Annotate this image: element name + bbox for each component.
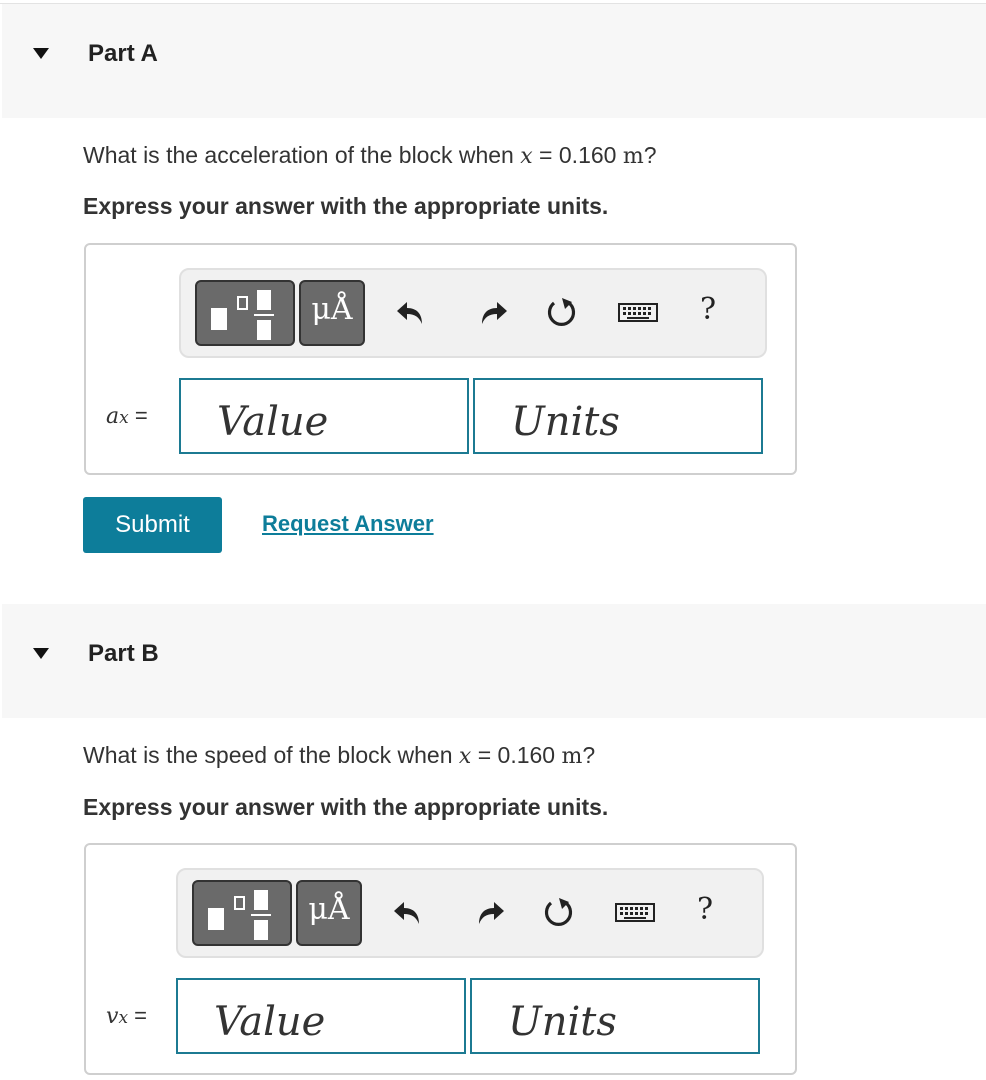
help-icon[interactable]: ? xyxy=(697,892,713,927)
variable-label: vx = xyxy=(106,1003,147,1029)
undo-icon[interactable] xyxy=(393,292,433,332)
units-input[interactable] xyxy=(470,978,760,1054)
question-unit: m xyxy=(561,744,583,769)
redo-icon[interactable] xyxy=(468,892,508,932)
templates-icon[interactable] xyxy=(195,280,295,346)
part-a-question: What is the acceleration of the block wh… xyxy=(83,142,657,169)
question-equals: = 0.160 xyxy=(471,742,562,768)
reset-icon[interactable] xyxy=(541,292,581,332)
question-variable: x xyxy=(458,744,472,769)
part-a-answer-box: μÅ ? ax = xyxy=(84,243,797,475)
math-toolbar: μÅ ? xyxy=(179,268,767,358)
part-a-instruction: Express your answer with the appropriate… xyxy=(83,193,609,219)
value-input[interactable] xyxy=(179,378,469,454)
value-input[interactable] xyxy=(176,978,466,1054)
variable-label: ax = xyxy=(106,403,148,429)
part-a-title: Part A xyxy=(88,40,158,67)
units-icon[interactable]: μÅ xyxy=(299,280,365,346)
keyboard-icon[interactable] xyxy=(612,892,658,932)
undo-icon[interactable] xyxy=(390,892,430,932)
math-toolbar: μÅ ? xyxy=(176,868,764,958)
question-text: What is the speed of the block when xyxy=(83,742,453,768)
units-glyph: μÅ xyxy=(311,292,353,327)
collapse-triangle-icon[interactable] xyxy=(33,648,49,659)
units-glyph: μÅ xyxy=(308,892,350,927)
part-b-answer-box: μÅ ? vx = xyxy=(84,843,797,1075)
units-icon[interactable]: μÅ xyxy=(296,880,362,946)
part-a-header[interactable]: Part A xyxy=(2,4,986,118)
collapse-triangle-icon[interactable] xyxy=(33,48,49,59)
redo-icon[interactable] xyxy=(471,292,511,332)
help-icon[interactable]: ? xyxy=(700,292,716,327)
part-b-header[interactable]: Part B xyxy=(2,604,986,718)
keyboard-icon[interactable] xyxy=(615,292,661,332)
question-text: What is the acceleration of the block wh… xyxy=(83,142,514,168)
question-equals: = 0.160 xyxy=(532,142,623,168)
question-unit: m xyxy=(622,144,644,169)
question-suffix: ? xyxy=(582,742,596,768)
part-b-instruction: Express your answer with the appropriate… xyxy=(83,794,609,820)
question-suffix: ? xyxy=(643,142,657,168)
request-answer-link[interactable]: Request Answer xyxy=(262,511,434,537)
part-b-question: What is the speed of the block when x = … xyxy=(83,742,595,769)
reset-icon[interactable] xyxy=(538,892,578,932)
part-b-title: Part B xyxy=(88,640,159,667)
templates-icon[interactable] xyxy=(192,880,292,946)
units-input[interactable] xyxy=(473,378,763,454)
question-variable: x xyxy=(520,144,533,169)
submit-button[interactable]: Submit xyxy=(83,497,222,553)
